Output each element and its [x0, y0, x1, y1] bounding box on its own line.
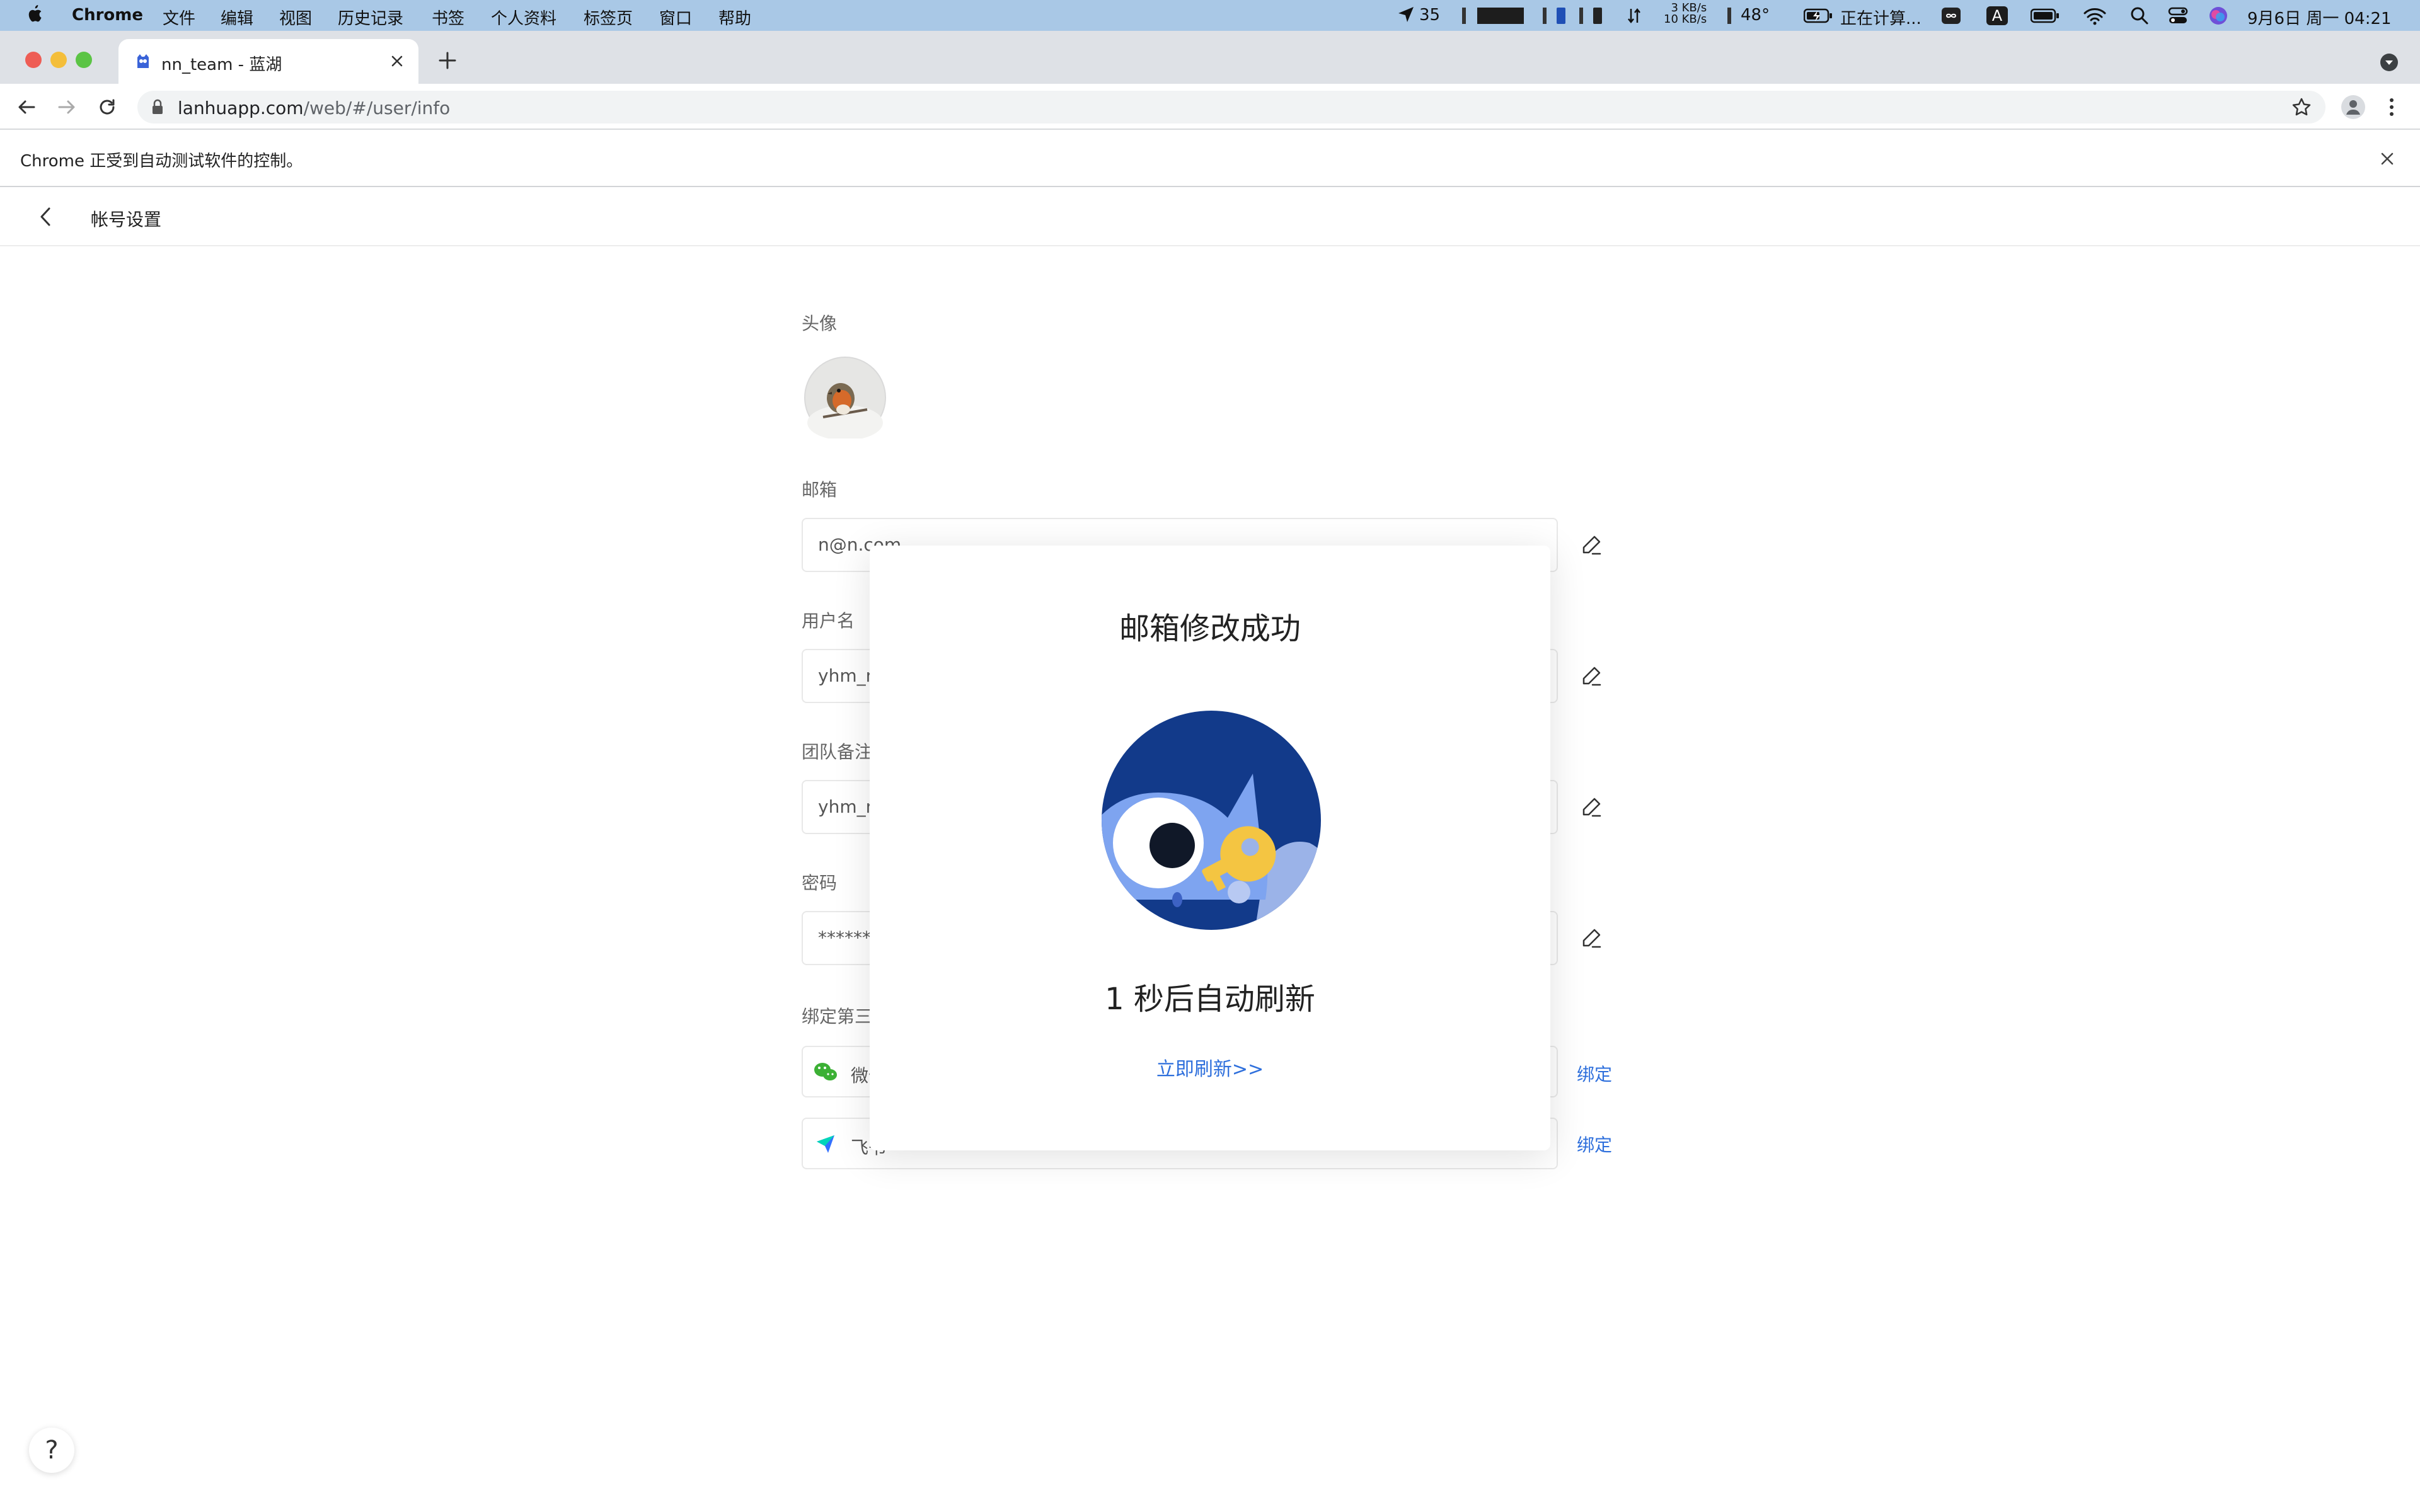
- username-label: 用户名: [802, 610, 855, 631]
- wechat-bind-link[interactable]: 绑定: [1577, 1061, 1612, 1086]
- menu-app-name[interactable]: Chrome: [72, 6, 143, 25]
- password-label: 密码: [802, 873, 838, 893]
- help-button[interactable]: ?: [29, 1428, 74, 1473]
- sensor-icon[interactable]: [1726, 6, 1733, 25]
- forward-icon[interactable]: [57, 97, 77, 117]
- cpu-graph-icon[interactable]: [1462, 6, 1525, 25]
- wechat-icon: [813, 1061, 838, 1084]
- network-arrows-icon[interactable]: [1627, 8, 1641, 24]
- new-tab-icon[interactable]: [437, 50, 458, 71]
- menu-tabs[interactable]: 标签页: [584, 6, 633, 29]
- lanhu-favicon-icon: [134, 52, 153, 71]
- apple-icon[interactable]: [25, 4, 43, 24]
- edit-username-pencil-icon[interactable]: [1581, 665, 1602, 687]
- temperature-reading: 48°: [1741, 6, 1770, 25]
- window-zoom-button[interactable]: [76, 52, 92, 68]
- feishu-icon: [814, 1133, 837, 1155]
- menu-profiles[interactable]: 个人资料: [491, 6, 556, 29]
- bookmark-star-icon[interactable]: [2291, 97, 2312, 117]
- clock[interactable]: 9月6日 周一 04:21: [2247, 6, 2392, 29]
- control-center-icon[interactable]: [2168, 6, 2188, 25]
- network-download-speed: 10 KB/s: [1664, 13, 1707, 26]
- browser-menu-icon[interactable]: [2388, 97, 2395, 117]
- infobar-close-icon[interactable]: [2380, 151, 2395, 166]
- memory-graph-icon[interactable]: [1543, 6, 1568, 25]
- menu-file[interactable]: 文件: [163, 6, 195, 29]
- macos-menu-bar: Chrome 文件 编辑 视图 历史记录 书签 个人资料 标签页 窗口 帮助 3…: [0, 0, 2420, 31]
- location-count: 35: [1419, 6, 1441, 25]
- browser-tab-active[interactable]: nn_team - 蓝湖: [118, 39, 418, 84]
- window-minimize-button[interactable]: [50, 52, 67, 68]
- infinity-app-icon[interactable]: [1941, 7, 1961, 25]
- address-bar[interactable]: lanhuapp.com/web/#/user/info: [137, 91, 2325, 123]
- menu-help[interactable]: 帮助: [718, 6, 751, 29]
- automation-notice: Chrome 正受到自动测试软件的控制。: [20, 152, 303, 171]
- input-method-indicator[interactable]: A: [1986, 6, 2008, 25]
- battery-charging-icon[interactable]: [1804, 8, 1833, 23]
- avatar[interactable]: [804, 357, 886, 438]
- menu-edit[interactable]: 编辑: [221, 6, 253, 29]
- menu-view[interactable]: 视图: [279, 6, 312, 29]
- reload-icon[interactable]: [97, 97, 117, 117]
- email-success-modal: 邮箱修改成功 1 秒后自动刷新 立即刷新>>: [870, 546, 1550, 1150]
- location-arrow-icon[interactable]: [1397, 5, 1415, 24]
- email-label: 邮箱: [802, 479, 838, 500]
- menu-window[interactable]: 窗口: [659, 6, 692, 29]
- refresh-now-link[interactable]: 立即刷新>>: [870, 1053, 1550, 1081]
- disk-graph-icon[interactable]: [1579, 6, 1605, 25]
- back-arrow-icon[interactable]: [37, 206, 54, 227]
- automation-infobar: Chrome 正受到自动测试软件的控制。: [0, 131, 2420, 187]
- menu-bookmarks[interactable]: 书签: [432, 6, 464, 29]
- siri-icon[interactable]: [2208, 6, 2228, 26]
- tab-close-icon[interactable]: [389, 54, 405, 69]
- refresh-countdown: 1 秒后自动刷新: [1105, 982, 1315, 1017]
- avatar-label: 头像: [802, 313, 838, 334]
- menu-history[interactable]: 历史记录: [338, 6, 403, 29]
- battery-icon[interactable]: [2031, 8, 2060, 23]
- computing-status: 正在计算...: [1840, 9, 1922, 28]
- tab-search-icon[interactable]: [2380, 53, 2399, 72]
- wifi-icon[interactable]: [2083, 6, 2106, 25]
- modal-title: 邮箱修改成功: [1119, 611, 1301, 646]
- edit-email-pencil-icon[interactable]: [1581, 534, 1602, 556]
- page-header: 帐号设置: [0, 187, 2420, 246]
- url-host: lanhuapp.com: [178, 98, 304, 118]
- tab-title: nn_team - 蓝湖: [161, 55, 282, 74]
- spotlight-search-icon[interactable]: [2130, 6, 2149, 25]
- profile-avatar-icon[interactable]: [2341, 94, 2366, 120]
- lock-icon[interactable]: [151, 99, 164, 115]
- edit-password-pencil-icon[interactable]: [1581, 927, 1602, 949]
- url-text: lanhuapp.com/web/#/user/info: [178, 98, 450, 118]
- url-path: /web/#/user/info: [303, 98, 451, 118]
- back-icon[interactable]: [16, 97, 37, 117]
- network-speed: 3 KB/s 10 KB/s: [1664, 3, 1707, 25]
- window-close-button[interactable]: [25, 52, 42, 68]
- page-title: 帐号设置: [91, 209, 162, 230]
- owl-key-illustration: [1102, 711, 1321, 930]
- feishu-bind-link[interactable]: 绑定: [1577, 1131, 1612, 1157]
- edit-team-note-pencil-icon[interactable]: [1581, 796, 1602, 818]
- team-note-label: 团队备注: [802, 742, 873, 762]
